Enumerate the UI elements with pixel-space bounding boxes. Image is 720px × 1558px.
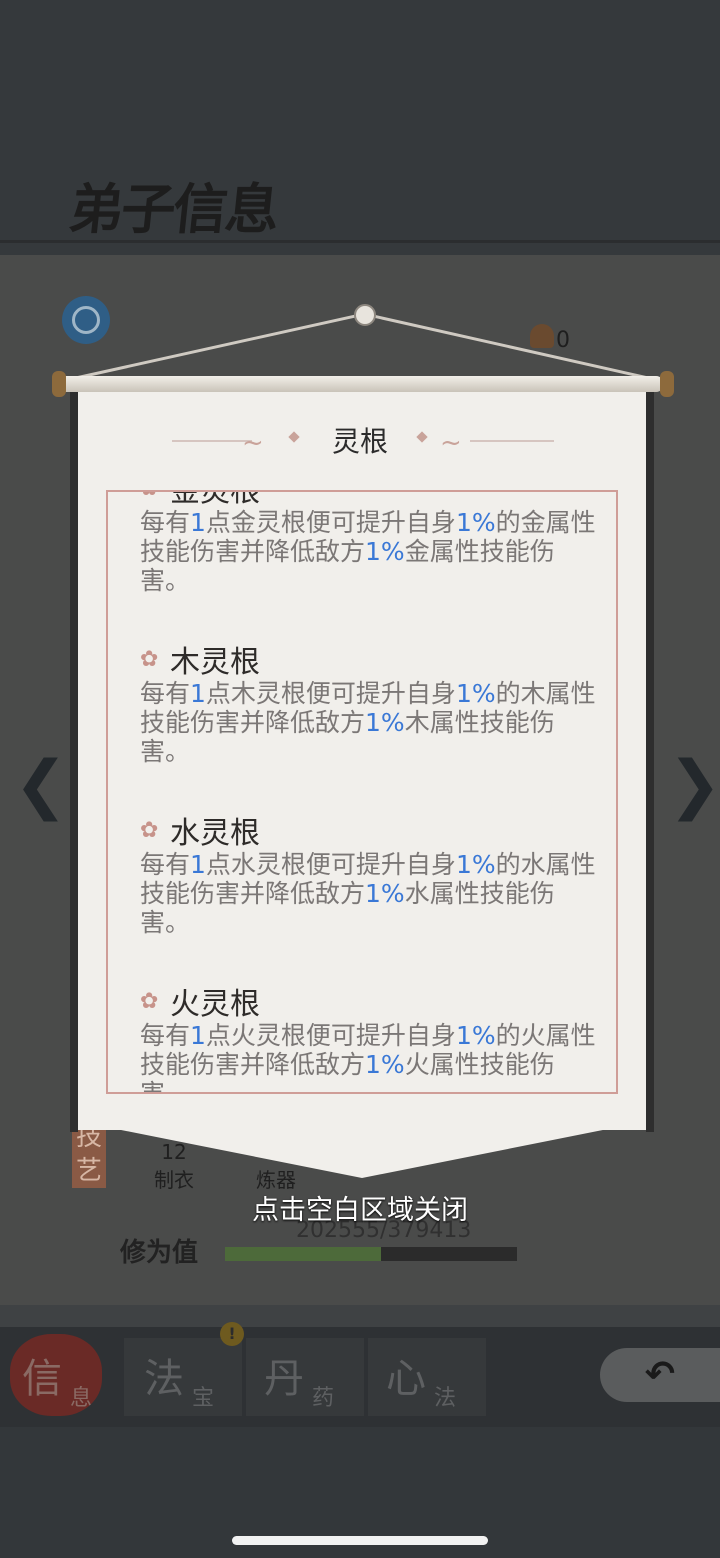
skill-item[interactable]: 12 制衣 (134, 1140, 214, 1193)
header-line-right (470, 440, 554, 442)
popup-title: 灵根 (331, 425, 388, 458)
xp-progress-bar (225, 1247, 517, 1261)
scroll-edge-left (70, 392, 78, 1132)
section-description: 每有1点木灵根便可提升自身1%的木属性技能伤害并降低敌方1%木属性技能伤害。 (140, 679, 596, 766)
section-title: 金灵根 (170, 490, 260, 509)
linggen-section-fire: ✿ 火灵根 每有1点火灵根便可提升自身1%的火属性技能伤害并降低敌方1%火属性技… (140, 981, 616, 1094)
xp-progress-fill (225, 1247, 381, 1261)
alert-badge-icon: ! (220, 1322, 244, 1346)
element-icon[interactable] (62, 296, 110, 344)
back-arrow-icon[interactable]: ↶ (600, 1348, 720, 1402)
flower-icon: ✿ (140, 492, 170, 501)
header-ornament-right: ~ (440, 428, 462, 458)
xp-label: 修为值 (120, 1238, 199, 1268)
section-title: 火灵根 (170, 987, 260, 1022)
mushroom-icon (530, 324, 554, 348)
chevron-left-icon[interactable]: ❮ (14, 748, 68, 822)
section-description: 每有1点水灵根便可提升自身1%的水属性技能伤害并降低敌方1%水属性技能伤害。 (140, 850, 596, 937)
flower-icon: ✿ (140, 988, 159, 1014)
linggen-section-wood: ✿ 木灵根 每有1点木灵根便可提升自身1%的木属性技能伤害并降低敌方1%木属性技… (140, 639, 616, 766)
page-title: 弟子信息 (66, 177, 281, 241)
title-divider (0, 240, 720, 243)
scroll-rod-end-right (660, 371, 674, 397)
tab-danyao-sub: 药 (312, 1386, 335, 1411)
scroll-rod-end-left (52, 371, 66, 397)
tab-danyao-label: 丹 (264, 1356, 304, 1402)
chevron-right-icon[interactable]: ❯ (668, 748, 720, 822)
bottom-strip (0, 1305, 720, 1327)
flower-icon: ✿ (140, 817, 159, 843)
linggen-section-metal: ✿ 金灵根 每有1点金灵根便可提升自身1%的金属性技能伤害并降低敌方1%金属性技… (140, 490, 616, 595)
tab-xinfa-sub: 法 (434, 1386, 457, 1411)
header-line-left (172, 440, 252, 442)
flower-icon: ✿ (140, 646, 159, 672)
close-hint[interactable]: 点击空白区域关闭 (0, 1188, 720, 1227)
scroll-rod (58, 376, 664, 392)
scroll-pin (354, 304, 376, 326)
tab-info-sub: 息 (70, 1386, 93, 1411)
section-title: 木灵根 (170, 645, 260, 680)
tab-fabao-label: 法 (144, 1356, 184, 1402)
resource-count: 0 (556, 328, 570, 353)
scroll-edge-right (646, 392, 654, 1132)
section-description: 每有1点火灵根便可提升自身1%的火属性技能伤害并降低敌方1%火属性技能伤害。 (140, 1021, 596, 1094)
home-indicator[interactable] (232, 1536, 488, 1545)
tab-xinfa-label: 心 (386, 1356, 426, 1402)
header-ornament-left: ~ (242, 428, 264, 458)
linggen-section-water: ✿ 水灵根 每有1点水灵根便可提升自身1%的水属性技能伤害并降低敌方1%水属性技… (140, 810, 616, 937)
tab-info-label[interactable]: 信 (22, 1346, 62, 1404)
linggen-list[interactable]: ✿ 金灵根 每有1点金灵根便可提升自身1%的金属性技能伤害并降低敌方1%金属性技… (106, 490, 618, 1094)
tab-fabao-sub: 宝 (192, 1386, 215, 1411)
section-description: 每有1点金灵根便可提升自身1%的金属性技能伤害并降低敌方1%金属性技能伤害。 (140, 508, 596, 595)
section-title: 水灵根 (170, 816, 260, 851)
